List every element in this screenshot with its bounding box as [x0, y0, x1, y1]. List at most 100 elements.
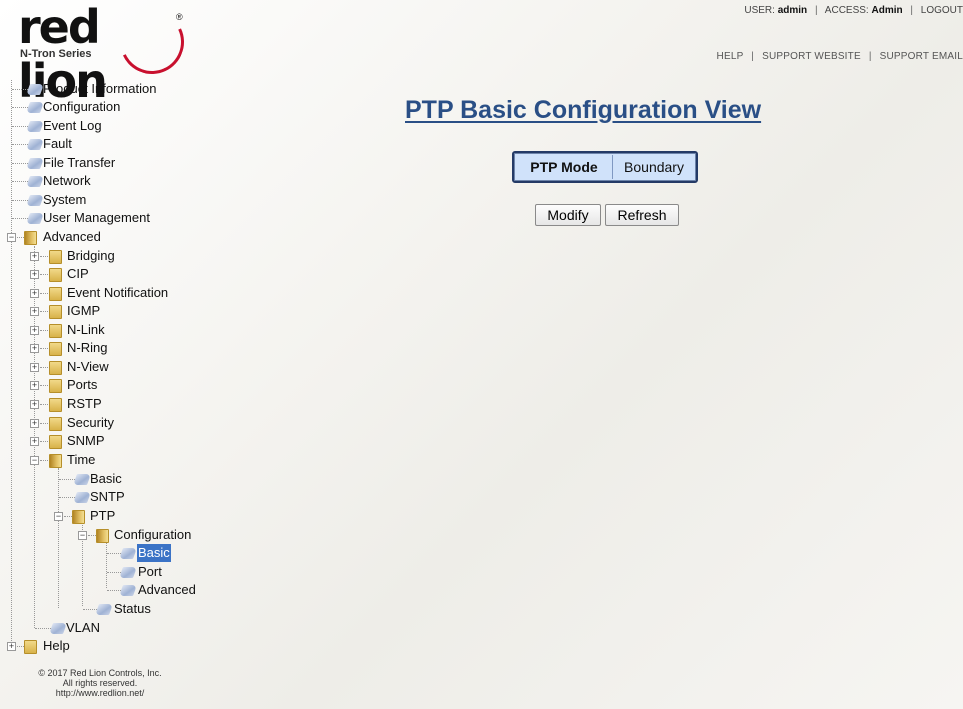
expand-toggle[interactable]: + — [30, 289, 39, 298]
collapse-toggle[interactable]: − — [54, 512, 63, 521]
support-email-link[interactable]: SUPPORT EMAIL — [880, 51, 963, 62]
access-label: ACCESS: — [824, 5, 869, 16]
tree-label: Security — [67, 415, 114, 430]
refresh-button[interactable]: Refresh — [605, 204, 679, 226]
logout-link[interactable]: LOGOUT — [921, 5, 963, 16]
support-website-link[interactable]: SUPPORT WEBSITE — [762, 51, 861, 62]
tree-label: CIP — [67, 266, 89, 281]
expand-toggle[interactable]: + — [30, 344, 39, 353]
tree-label: PTP — [90, 508, 116, 523]
folder-icon — [49, 435, 62, 449]
folder-icon — [24, 640, 37, 654]
collapse-toggle[interactable]: − — [7, 233, 16, 242]
logo-subtitle: N-Tron Series — [20, 48, 92, 60]
tree-label: System — [43, 192, 87, 207]
separator: | — [868, 51, 872, 62]
help-bar: HELP | SUPPORT WEBSITE | SUPPORT EMAIL — [717, 51, 963, 62]
page-icon — [25, 102, 45, 113]
expand-toggle[interactable]: + — [30, 400, 39, 409]
tree-label: Status — [114, 601, 151, 616]
tree-label: Advanced — [43, 229, 101, 244]
folder-icon — [49, 379, 62, 393]
tree-label: Basic — [90, 471, 122, 486]
tree-label: Fault — [43, 136, 72, 151]
tree-label: N-Ring — [67, 340, 108, 355]
tree-guide-line — [58, 468, 59, 608]
expand-toggle[interactable]: + — [30, 437, 39, 446]
expand-toggle[interactable]: + — [30, 307, 39, 316]
folder-open-icon — [72, 510, 85, 524]
tree-label: Help — [43, 638, 70, 653]
folder-open-icon — [96, 529, 109, 543]
tree-label: Time — [67, 452, 96, 467]
tree-label: RSTP — [67, 396, 102, 411]
red-lion-logo: red lion ® N-Tron Series — [14, 0, 194, 108]
expand-toggle[interactable]: + — [30, 252, 39, 261]
help-link[interactable]: HELP — [717, 51, 744, 62]
tree-guide-line — [11, 80, 12, 645]
expand-toggle[interactable]: + — [30, 381, 39, 390]
page-icon — [94, 604, 114, 615]
tree-guide-line — [106, 542, 107, 588]
folder-icon — [49, 398, 62, 412]
copyright-line: © 2017 Red Lion Controls, Inc. — [38, 668, 162, 678]
copyright-line: All rights reserved. — [62, 678, 138, 688]
tree-label: Event Log — [43, 118, 102, 133]
collapse-toggle[interactable]: − — [78, 531, 87, 540]
tree-label: File Transfer — [43, 155, 116, 170]
tree-label: Event Notification — [67, 285, 169, 300]
page-icon — [25, 176, 45, 187]
tree-label: SNMP — [67, 433, 105, 448]
page-icon — [72, 492, 92, 503]
user-label: USER: — [744, 5, 775, 16]
user-bar: USER: admin | ACCESS: Admin | LOGOUT — [744, 5, 963, 16]
expand-toggle[interactable]: + — [30, 419, 39, 428]
tree-label-selected: Basic — [137, 544, 171, 562]
tree-label: VLAN — [66, 620, 100, 635]
tree-label: SNTP — [90, 489, 125, 504]
ptp-mode-panel: PTP Mode Boundary — [512, 151, 698, 183]
folder-icon — [49, 324, 62, 338]
expand-toggle[interactable]: + — [30, 326, 39, 335]
page-icon — [25, 213, 45, 224]
folder-icon — [49, 287, 62, 301]
collapse-toggle[interactable]: − — [30, 456, 39, 465]
tree-label: N-Link — [67, 322, 105, 337]
tree-label: Configuration — [114, 527, 192, 542]
copyright: © 2017 Red Lion Controls, Inc. All right… — [0, 668, 200, 698]
folder-icon — [49, 305, 62, 319]
logo-registered-mark: ® — [176, 12, 183, 22]
page-icon — [72, 474, 92, 485]
folder-icon — [49, 268, 62, 282]
folder-icon — [49, 342, 62, 356]
expand-toggle[interactable]: + — [30, 270, 39, 279]
folder-icon — [49, 361, 62, 375]
tree-label: IGMP — [67, 303, 101, 318]
tree-label: Advanced — [138, 582, 196, 597]
ptp-mode-value: Boundary — [624, 159, 684, 175]
copyright-url[interactable]: http://www.redlion.net/ — [0, 688, 200, 698]
folder-icon — [49, 417, 62, 431]
tree-label: User Management — [43, 210, 150, 225]
page-icon — [118, 585, 138, 596]
separator: | — [910, 5, 913, 16]
tree-label: Configuration — [43, 99, 121, 114]
tree-label: Bridging — [67, 248, 115, 263]
page-icon — [25, 158, 45, 169]
page-icon — [25, 121, 45, 132]
modify-button[interactable]: Modify — [535, 204, 601, 226]
tree-label: Product Information — [43, 81, 157, 96]
folder-icon — [49, 250, 62, 264]
page-icon — [48, 623, 68, 634]
user-name: admin — [777, 5, 808, 16]
expand-toggle[interactable]: + — [30, 363, 39, 372]
tree-label: Ports — [67, 377, 98, 392]
separator: | — [751, 51, 755, 62]
tree-label: Port — [138, 564, 162, 579]
ptp-mode-label: PTP Mode — [516, 155, 613, 179]
page-icon — [118, 567, 138, 578]
page-title: PTP Basic Configuration View — [405, 96, 762, 124]
expand-toggle[interactable]: + — [7, 642, 16, 651]
tree-label: N-View — [67, 359, 109, 374]
page-icon — [25, 139, 45, 150]
